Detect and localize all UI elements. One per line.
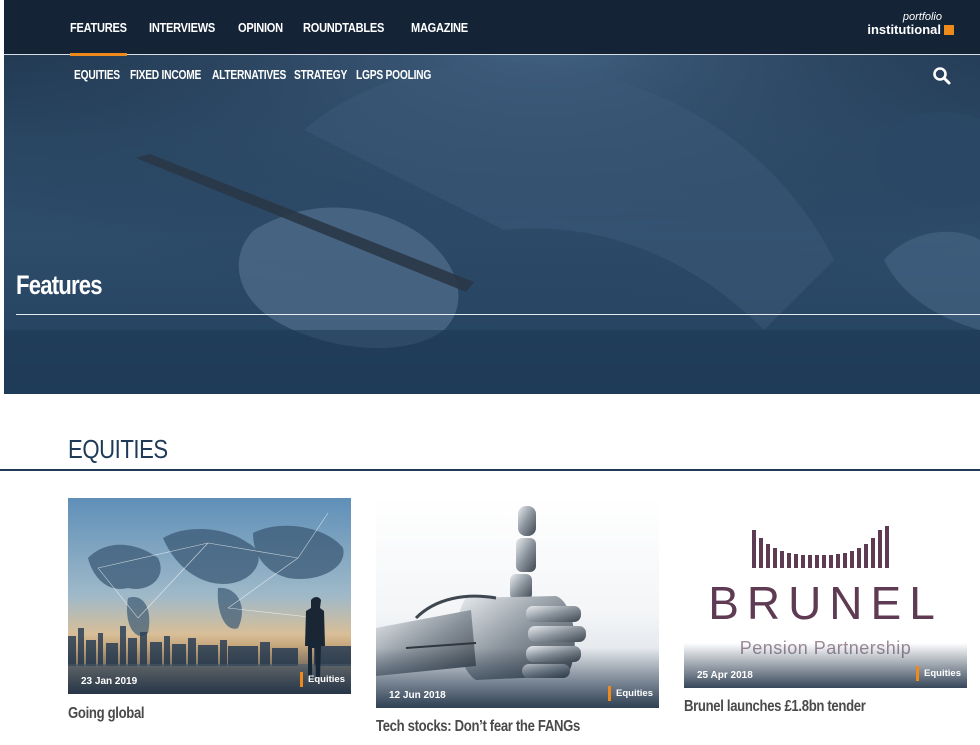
article-card[interactable]: BRUNEL Pension Partnership 25 Apr 2018 E… [684,498,967,723]
section-title-equities[interactable]: EQUITIES [68,434,168,465]
article-thumbnail[interactable]: 12 Jun 2018 Equities [376,498,659,708]
article-thumbnail[interactable]: BRUNEL Pension Partnership 25 Apr 2018 E… [684,498,967,688]
article-category-tag[interactable]: Equities [608,686,653,701]
article-date: 12 Jun 2018 [389,690,446,701]
article-headline[interactable]: Going global [68,705,145,723]
article-date: 25 Apr 2018 [697,670,753,681]
hero-divider [16,314,980,315]
subnav-equities[interactable]: EQUITIES [74,68,130,82]
article-headline[interactable]: Brunel launches £1.8bn tender [684,698,866,716]
nav-opinion[interactable]: OPINION [238,0,283,55]
hero-image [4,0,980,394]
top-navigation-bar: FEATURES INTERVIEWS OPINION ROUNDTABLES … [4,0,980,56]
nav-roundtables[interactable]: ROUNDTABLES [303,0,384,55]
secondary-nav: EQUITIES FIXED INCOME ALTERNATIVES STRAT… [74,68,436,82]
brunel-wordmark: BRUNEL [708,577,943,629]
nav-magazine[interactable]: MAGAZINE [411,0,468,55]
subnav-alternatives[interactable]: ALTERNATIVES [212,68,294,82]
subnav-fixed-income[interactable]: FIXED INCOME [130,68,212,82]
search-icon [933,67,951,85]
primary-nav: FEATURES INTERVIEWS OPINION ROUNDTABLES … [70,0,490,56]
nav-interviews[interactable]: INTERVIEWS [149,0,215,55]
article-card[interactable]: 12 Jun 2018 Equities Tech stocks: Don’t … [376,498,659,743]
site-logo[interactable]: portfolio institutional [867,12,954,37]
hero-banner: FEATURES INTERVIEWS OPINION ROUNDTABLES … [4,0,980,394]
article-card[interactable]: 23 Jan 2019 Equities Going global [68,498,351,738]
logo-square-icon [944,25,954,35]
page-title: Features [16,270,103,300]
article-headline[interactable]: Tech stocks: Don’t fear the FANGs [376,718,580,736]
section-divider [0,469,980,471]
article-category-tag[interactable]: Equities [916,666,961,681]
nav-features[interactable]: FEATURES [70,0,127,56]
search-button[interactable] [932,66,952,86]
article-thumbnail[interactable]: 23 Jan 2019 Equities [68,498,351,694]
logo-line-institutional: institutional [867,23,954,37]
subnav-strategy[interactable]: STRATEGY [294,68,356,82]
article-date: 23 Jan 2019 [81,676,138,687]
article-category-tag[interactable]: Equities [300,672,345,687]
subnav-lgps-pooling[interactable]: LGPS POOLING [356,68,436,82]
